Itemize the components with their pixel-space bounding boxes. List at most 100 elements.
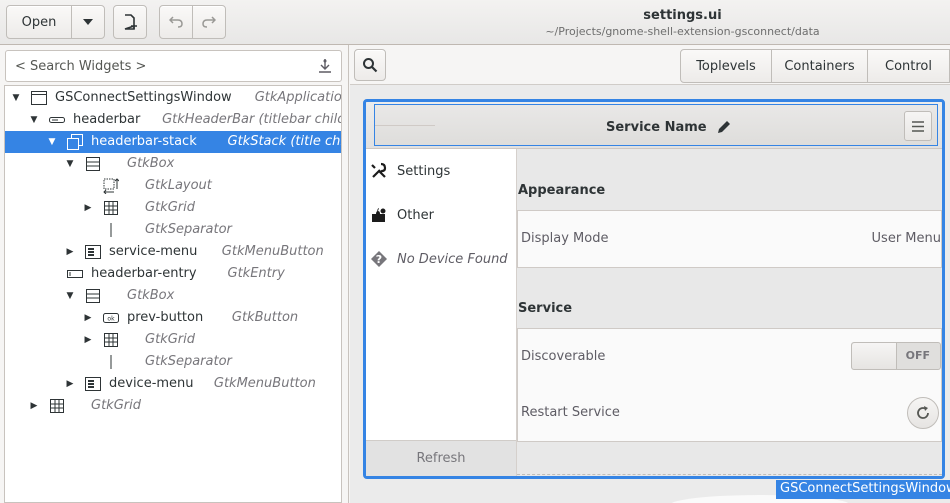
- sidebar-item-no-device[interactable]: ? No Device Found: [366, 237, 516, 281]
- tab-toplevels[interactable]: Toplevels: [680, 49, 772, 83]
- sidebar-item-label: Settings: [397, 163, 451, 179]
- expander-open-icon[interactable]: ▼: [46, 136, 58, 148]
- sidebar-item-other[interactable]: Other: [366, 193, 516, 237]
- undo-icon: [169, 16, 183, 28]
- tree-row[interactable]: ▶ device-menu GtkMenuButton: [5, 373, 341, 395]
- expander-closed-icon[interactable]: ▶: [28, 400, 40, 412]
- section-title-appearance: Appearance: [518, 183, 606, 198]
- preview-content: Appearance Display Mode User Menu Servic…: [517, 149, 942, 476]
- tree-row[interactable]: GtkSeparator: [5, 351, 341, 373]
- extensions-icon: [370, 206, 388, 224]
- tree-row[interactable]: ▶ ok prev-button GtkButton: [5, 307, 341, 329]
- edit-pencil-icon[interactable]: [716, 119, 732, 135]
- svg-text:ok: ok: [107, 316, 115, 323]
- pan-down-icon: [83, 19, 93, 25]
- new-document-button[interactable]: [113, 5, 147, 39]
- box-icon: [84, 288, 102, 304]
- tab-control-label: Control: [885, 58, 932, 74]
- service-list: Discoverable OFF Restart Service: [517, 328, 942, 442]
- display-mode-row[interactable]: Display Mode User Menu: [518, 211, 941, 267]
- tree-row[interactable]: ▼ headerbar GtkHeaderBar (titlebar child): [5, 109, 341, 131]
- sidebar-item-label: No Device Found: [397, 251, 508, 267]
- tree-row[interactable]: GtkSeparator: [5, 219, 341, 241]
- menubutton-icon: [84, 244, 102, 260]
- grid-icon: [102, 332, 120, 348]
- tools-icon: [370, 162, 388, 180]
- open-button[interactable]: Open: [6, 5, 72, 39]
- grid-icon: [102, 200, 120, 216]
- window-icon: [30, 90, 48, 106]
- tree-row[interactable]: ▶ GtkGrid: [5, 197, 341, 219]
- tree-row[interactable]: GtkLayout: [5, 175, 341, 197]
- tree-row-type: GtkMenuButton: [221, 244, 324, 259]
- tree-row-name: GSConnectSettingsWindow: [55, 90, 232, 105]
- discoverable-switch[interactable]: OFF: [851, 342, 941, 370]
- expander-closed-icon[interactable]: ▶: [82, 312, 94, 324]
- tree-row-type: GtkSeparator: [145, 354, 232, 369]
- button-icon: ok: [102, 310, 120, 326]
- widget-search-input[interactable]: < Search Widgets >: [5, 50, 342, 82]
- restart-service-label: Restart Service: [521, 405, 620, 420]
- expander-closed-icon[interactable]: ▶: [64, 246, 76, 258]
- open-menu-button[interactable]: [71, 5, 105, 39]
- palette-search-button[interactable]: [354, 49, 386, 81]
- search-options-icon[interactable]: [317, 58, 333, 74]
- section-title-service: Service: [518, 301, 573, 316]
- refresh-icon: [917, 406, 929, 419]
- tree-row[interactable]: ▶ GtkGrid: [5, 395, 341, 417]
- expander-open-icon[interactable]: ▼: [10, 92, 22, 104]
- tab-containers[interactable]: Containers: [771, 49, 868, 83]
- refresh-button-label: Refresh: [416, 451, 466, 466]
- tree-row[interactable]: ▼ GtkBox: [5, 153, 341, 175]
- tree-row-type: GtkEntry: [227, 266, 285, 281]
- expander-open-icon[interactable]: ▼: [64, 158, 76, 170]
- redo-button[interactable]: [192, 5, 226, 39]
- tree-row-name: prev-button: [127, 310, 204, 325]
- sidebar-item-settings[interactable]: Settings: [366, 149, 516, 193]
- preview-menu-button[interactable]: [904, 111, 932, 141]
- expander-closed-icon[interactable]: ▶: [82, 202, 94, 214]
- tree-row[interactable]: ▶ GtkGrid: [5, 329, 341, 351]
- palette-toolbar: Toplevels Containers Control: [350, 45, 950, 85]
- discoverable-row: Discoverable OFF: [518, 329, 941, 385]
- expander-open-icon[interactable]: ▼: [28, 114, 40, 126]
- tree-row-type: GtkMenuButton: [213, 376, 316, 391]
- designer-pane: Toplevels Containers Control Service Nam…: [350, 45, 950, 503]
- tree-row-type: GtkLayout: [145, 178, 212, 193]
- tree-row[interactable]: ▼ GSConnectSettingsWindow GtkApplication…: [5, 87, 341, 109]
- expander-closed-icon[interactable]: ▶: [64, 378, 76, 390]
- grid-icon: [48, 398, 66, 414]
- expander-closed-icon[interactable]: ▶: [82, 334, 94, 346]
- restart-service-button[interactable]: [907, 397, 939, 429]
- hamburger-menu-icon: [912, 120, 924, 132]
- tree-row-type: GtkButton: [231, 310, 299, 325]
- tree-row-type: GtkStack (title child): [227, 134, 342, 149]
- tree-row-type: GtkBox: [127, 288, 175, 303]
- window-title-box: settings.ui ~/Projects/gnome-shell-exten…: [480, 8, 885, 38]
- expander-open-icon[interactable]: ▼: [64, 290, 76, 302]
- preview-stack-divider: [375, 125, 435, 126]
- switch-knob[interactable]: [852, 343, 897, 369]
- preview-window[interactable]: Service Name Settings Other ? No Device …: [363, 99, 945, 479]
- tree-row-type: GtkGrid: [91, 398, 141, 413]
- tree-row[interactable]: ▼ GtkBox: [5, 285, 341, 307]
- tree-row-type: GtkSeparator: [145, 222, 232, 237]
- tree-row[interactable]: ▶ service-menu GtkMenuButton: [5, 241, 341, 263]
- sidebar-item-label: Other: [397, 207, 434, 223]
- preview-window-name: GSConnectSettingsWindow: [776, 480, 950, 499]
- tree-row[interactable]: ▼ headerbar-stack GtkStack (title child): [5, 131, 341, 153]
- widget-tree-pane: < Search Widgets > ▼ GSConnectSettingsWin…: [0, 45, 349, 503]
- preview-headerbar[interactable]: Service Name: [366, 102, 942, 149]
- refresh-button[interactable]: Refresh: [366, 440, 516, 476]
- tree-row-type: GtkApplication…: [254, 90, 341, 105]
- separator-icon: [102, 222, 120, 238]
- tree-row-name: headerbar-entry: [91, 266, 197, 281]
- display-mode-label: Display Mode: [521, 231, 609, 246]
- tree-row[interactable]: headerbar-entry GtkEntry: [5, 263, 341, 285]
- tree-row-type: GtkHeaderBar (titlebar child): [162, 112, 341, 127]
- tab-toplevels-label: Toplevels: [696, 58, 756, 74]
- tab-control[interactable]: Control: [867, 49, 950, 83]
- tree-row-name: headerbar: [73, 112, 141, 127]
- app-headerbar: Open settings.ui ~/Projects/gnome-shell-…: [0, 0, 950, 45]
- undo-button[interactable]: [159, 5, 193, 39]
